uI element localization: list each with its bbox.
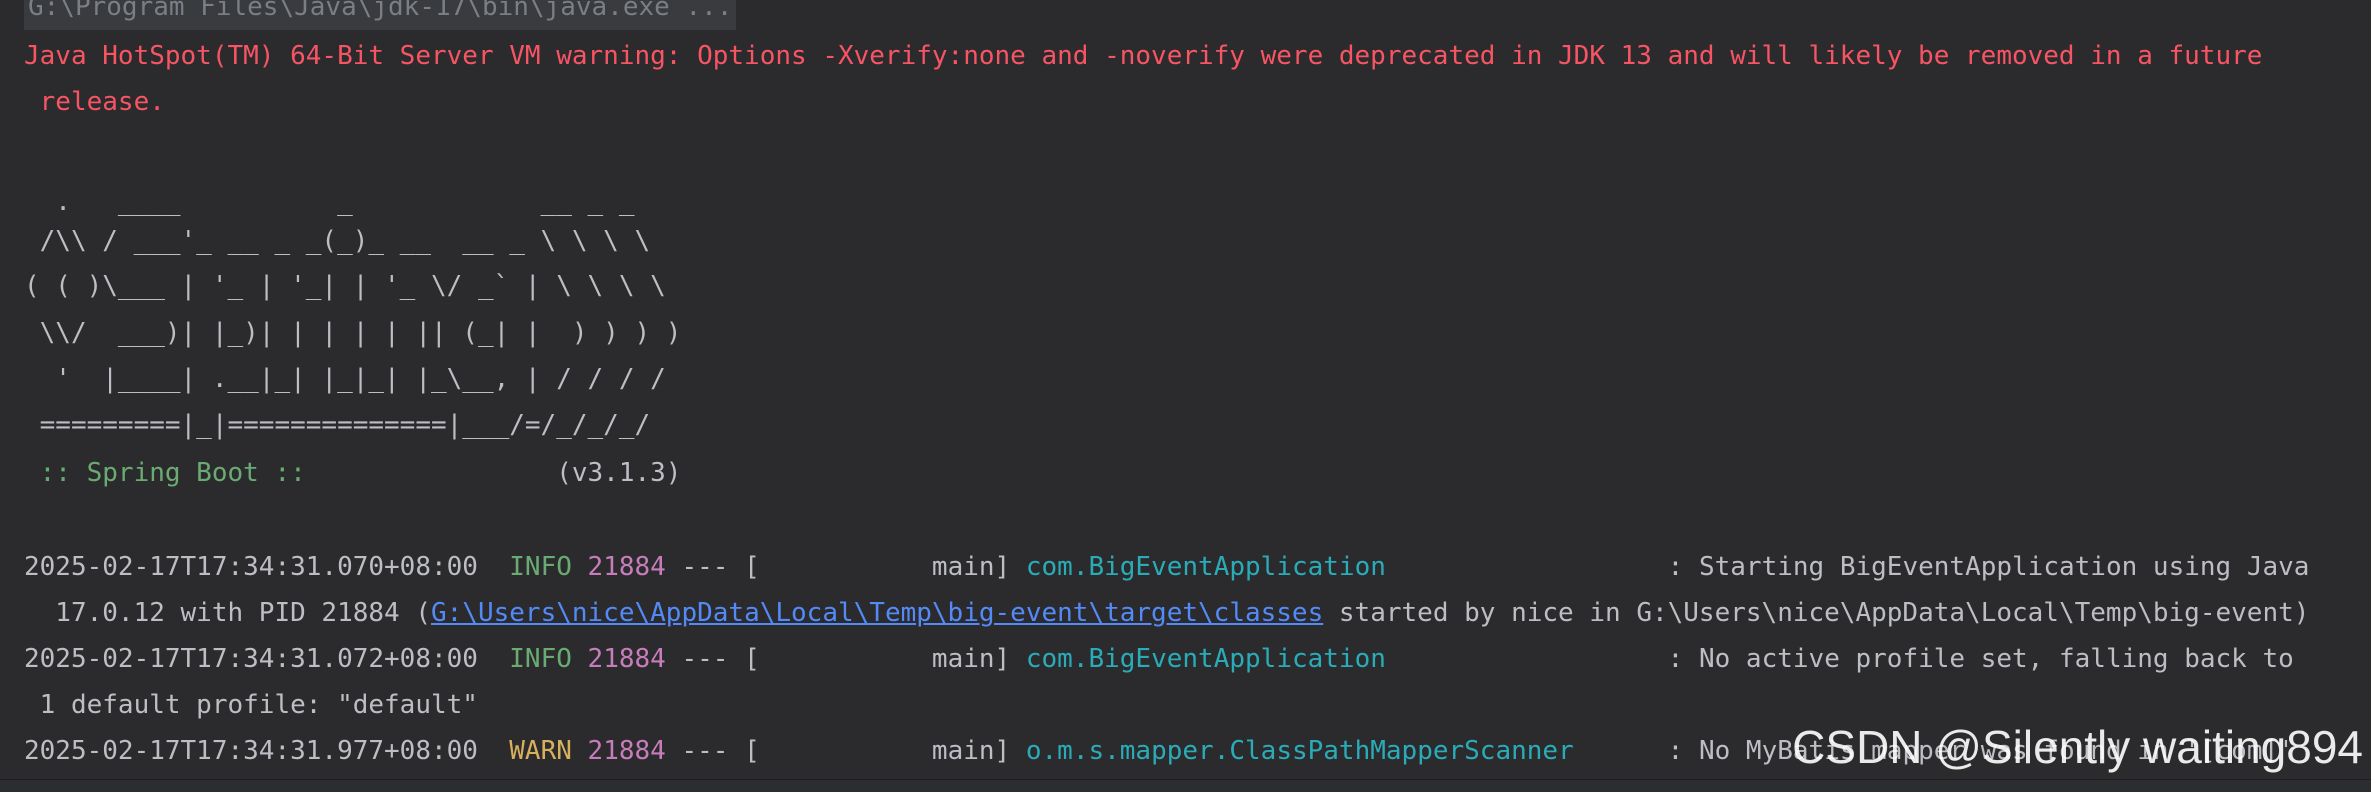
spring-banner-line: =========|_|==============|___/=/_/_/_/ [24,410,651,440]
spring-banner-line: ' |____| .__|_| |_|_| |_\__, | / / / / [24,364,666,394]
log-line: 2025-02-17T17:34:31.072+08:00 INFO 21884… [24,636,2294,682]
log-level: INFO [509,644,572,674]
log-message-cont-suffix: started by nice in G:\Users\nice\AppData… [1323,598,2310,628]
tool-window-bar [0,779,2371,792]
spring-boot-label: :: Spring Boot :: [24,458,322,488]
log-logger[interactable]: com.BigEventApplication [1026,644,1386,674]
log-separator: --- [ [665,552,760,582]
spring-boot-version: (v3.1.3) [321,458,682,488]
log-thread: main] [759,736,1026,766]
log-level: INFO [509,552,572,582]
spring-boot-version-line: :: Spring Boot :: (v3.1.3) [24,450,682,496]
spring-banner-line: ( ( )\___ | '_ | '_| | '_ \/ _` | \ \ \ … [24,271,666,301]
log-pid: 21884 [587,644,666,674]
log-pid: 21884 [587,552,666,582]
log-padding [1574,736,1668,766]
log-thread: main] [759,644,1026,674]
log-logger[interactable]: o.m.s.mapper.ClassPathMapperScanner [1026,736,1574,766]
log-line-continuation: 17.0.12 with PID 21884 (G:\Users\nice\Ap… [24,590,2309,636]
console-output: G:\Program Files\Java\jdk-17\bin\java.ex… [0,0,2371,780]
log-message-cont: 17.0.12 with PID 21884 ( [24,598,431,628]
log-timestamp: 2025-02-17T17:34:31.070+08:00 [24,552,478,582]
log-timestamp: 2025-02-17T17:34:31.977+08:00 [24,736,478,766]
log-padding [1386,644,1668,674]
log-timestamp: 2025-02-17T17:34:31.072+08:00 [24,644,478,674]
log-separator: --- [ [665,736,760,766]
log-level: WARN [509,736,572,766]
jvm-warning-continuation: release. [24,87,165,117]
log-line: 2025-02-17T17:34:31.070+08:00 INFO 21884… [24,544,2309,590]
log-line-continuation: 1 default profile: "default" [24,690,478,720]
jvm-warning-line: Java HotSpot(TM) 64-Bit Server VM warnin… [24,41,2263,71]
log-padding [1386,552,1668,582]
spring-banner-line: \\/ ___)| |_)| | | | | || (_| | ) ) ) ) [24,318,682,348]
run-command-line: G:\Program Files\Java\jdk-17\bin\java.ex… [24,0,737,30]
log-pid: 21884 [587,736,666,766]
log-message: : No active profile set, falling back to [1667,644,2294,674]
classes-path-link[interactable]: G:\Users\nice\AppData\Local\Temp\big-eve… [431,598,1323,628]
csdn-watermark: CSDN @Silently waiting894 [1792,721,2363,773]
log-message: : Starting BigEventApplication using Jav… [1667,552,2310,582]
log-thread: main] [759,552,1026,582]
log-logger[interactable]: com.BigEventApplication [1026,552,1386,582]
log-separator: --- [ [665,644,760,674]
spring-banner-line: /\\ / ___'_ __ _ _(_)_ __ __ _ \ \ \ \ [24,226,651,256]
